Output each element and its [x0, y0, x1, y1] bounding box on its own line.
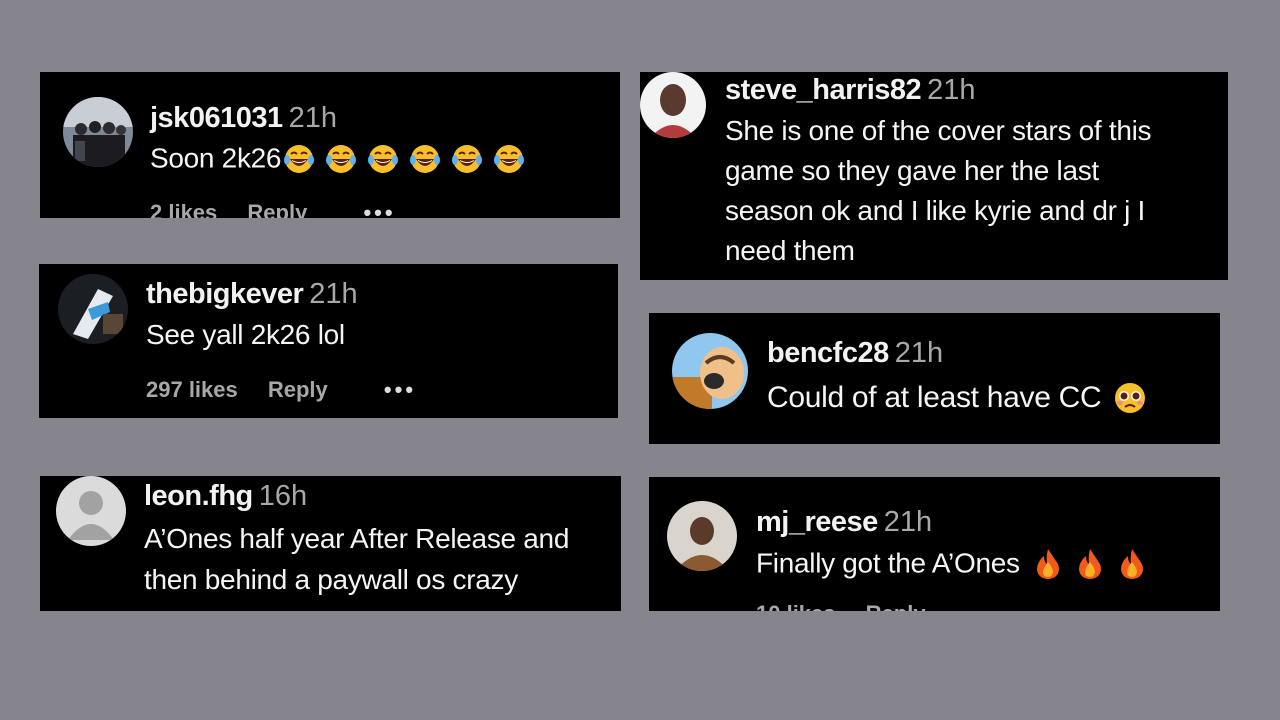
- more-options-icon[interactable]: •••: [384, 379, 416, 401]
- reply-button[interactable]: Reply: [268, 379, 328, 401]
- comment-body: Could of at least have CC: [767, 381, 1102, 415]
- comment-header: mj_reese 21h: [756, 508, 932, 537]
- comment-card-steve-harris82: steve_harris82 21h She is one of the cove…: [640, 72, 1228, 280]
- fire-emoji-icon: [1034, 548, 1062, 580]
- username[interactable]: steve_harris82: [725, 74, 922, 106]
- avatar[interactable]: [672, 333, 748, 409]
- avatar[interactable]: [63, 97, 133, 167]
- comment-header: steve_harris82 21h: [725, 76, 976, 105]
- username[interactable]: thebigkever: [146, 278, 304, 310]
- default-profile-icon: [56, 476, 126, 546]
- comment-body: Finally got the A’Ones: [756, 547, 1020, 579]
- avatar-photo-icon: [63, 97, 133, 167]
- comment-line: need them: [725, 235, 855, 266]
- username[interactable]: mj_reese: [756, 506, 878, 538]
- likes-count[interactable]: 10 likes: [756, 603, 836, 612]
- comment-line: A’Ones half year After Release and: [144, 523, 570, 554]
- comment-actions: 10 likes Reply: [756, 603, 926, 612]
- comment-header: thebigkever 21h: [146, 280, 358, 309]
- comment-card-thebigkever: thebigkever 21h See yall 2k26 lol 297 lik…: [39, 264, 618, 418]
- comment-line: She is one of the cover stars of this: [725, 115, 1152, 146]
- fire-emoji-icon: [1118, 548, 1146, 580]
- avatar-photo-icon: [58, 274, 128, 344]
- fire-emoji-icon: [1076, 548, 1104, 580]
- comment-text: Soon 2k26: [150, 140, 525, 176]
- timestamp: 21h: [927, 74, 976, 106]
- pleading-face-emoji-icon: [1113, 381, 1147, 415]
- avatar[interactable]: [58, 274, 128, 344]
- comment-text: Finally got the A’Ones: [756, 545, 1146, 581]
- comment-line: game so they gave her the last: [725, 155, 1099, 186]
- avatar[interactable]: [640, 72, 706, 138]
- comment-header: jsk061031 21h: [150, 104, 337, 133]
- laughing-with-tears-emoji-icon: [325, 143, 357, 175]
- avatar[interactable]: [56, 476, 126, 546]
- more-options-icon[interactable]: •••: [363, 202, 395, 219]
- comment-card-mj-reese: mj_reese21h Finally got the A’Ones 10 li…: [649, 477, 1220, 611]
- timestamp: 16h: [258, 480, 308, 512]
- comment-text: A’Ones half year After Release and then …: [144, 518, 569, 600]
- laughing-with-tears-emoji-icon: [283, 143, 315, 175]
- timestamp: 21h: [883, 506, 933, 538]
- comment-text: See yall 2k26 lol: [146, 318, 345, 352]
- timestamp: 21h: [288, 102, 337, 134]
- likes-count[interactable]: 2 likes: [150, 202, 217, 219]
- comment-card-leon-fhg: leon.fhg 16h A’Ones half year After Relea…: [40, 476, 621, 611]
- laughing-with-tears-emoji-icon: [409, 143, 441, 175]
- avatar-photo-icon: [640, 72, 706, 138]
- comment-card-jsk061031: jsk061031 21h Soon 2k26 2 likes Reply •••: [40, 72, 620, 218]
- reply-button[interactable]: Reply: [247, 202, 307, 219]
- laughing-with-tears-emoji-icon: [367, 143, 399, 175]
- laughing-with-tears-emoji-icon: [493, 143, 525, 175]
- comment-line: season ok and I like kyrie and dr j I: [725, 195, 1146, 226]
- timestamp: 21h: [309, 278, 358, 310]
- comment-actions: 2 likes Reply •••: [150, 202, 396, 219]
- laughing-with-tears-emoji-icon: [451, 143, 483, 175]
- avatar[interactable]: [667, 501, 737, 571]
- comment-body: See yall 2k26 lol: [146, 319, 345, 350]
- comment-card-bencfc28: bencfc28 21h Could of at least have CC: [649, 313, 1220, 444]
- comment-actions: 297 likes Reply •••: [146, 379, 416, 401]
- comment-header: leon.fhg 16h: [144, 482, 307, 511]
- comment-text: She is one of the cover stars of this ga…: [725, 111, 1152, 271]
- timestamp: 21h: [894, 337, 944, 369]
- avatar-photo-icon: [667, 501, 737, 571]
- username[interactable]: jsk061031: [150, 102, 283, 134]
- username[interactable]: bencfc28: [767, 337, 889, 369]
- comment-text: Could of at least have CC: [767, 379, 1147, 416]
- reply-button[interactable]: Reply: [866, 603, 926, 612]
- username[interactable]: leon.fhg: [144, 480, 253, 512]
- likes-count[interactable]: 297 likes: [146, 379, 238, 401]
- avatar-cartoon-icon: [672, 333, 748, 409]
- comment-line: then behind a paywall os crazy: [144, 564, 518, 595]
- comment-header: bencfc28 21h: [767, 339, 943, 368]
- comment-body: Soon 2k26: [150, 142, 282, 174]
